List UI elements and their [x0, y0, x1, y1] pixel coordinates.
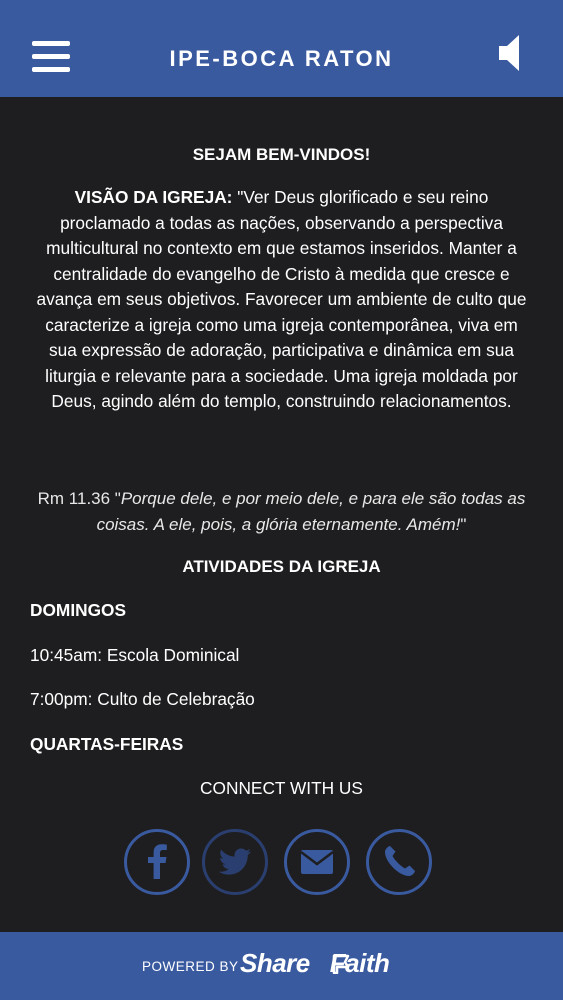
- vision-paragraph: VISÃO DA IGREJA: "Ver Deus glorificado e…: [30, 185, 533, 415]
- activities-heading: ATIVIDADES DA IGREJA: [182, 557, 381, 576]
- app-header: IPE-BOCA RATON: [0, 0, 563, 97]
- phone-button[interactable]: [366, 829, 432, 895]
- sunday-item: 7:00pm: Culto de Celebração: [30, 689, 255, 709]
- facebook-button[interactable]: [124, 829, 190, 895]
- flag-logo-icon: [332, 954, 350, 974]
- vision-text: "Ver Deus glorificado e seu reino procla…: [36, 187, 527, 411]
- connect-heading: CONNECT WITH US: [200, 778, 363, 798]
- vision-label: VISÃO DA IGREJA:: [74, 187, 233, 207]
- verse-close: ": [460, 514, 467, 534]
- email-button[interactable]: [284, 829, 350, 895]
- brand-logo[interactable]: Share Faith: [240, 948, 390, 979]
- app-footer: POWERED BY Share Faith: [0, 932, 563, 1000]
- verse-reference: Rm 11.36 ": [37, 489, 121, 508]
- page-title: IPE-BOCA RATON: [169, 46, 394, 71]
- wednesday-heading: QUARTAS-FEIRAS: [30, 734, 184, 754]
- main-content: SEJAM BEM-VINDOS! VISÃO DA IGREJA: "Ver …: [0, 97, 563, 932]
- welcome-heading: SEJAM BEM-VINDOS!: [192, 145, 371, 164]
- facebook-icon: [148, 844, 167, 879]
- speaker-icon[interactable]: [497, 33, 529, 73]
- email-icon: [300, 850, 334, 874]
- twitter-button[interactable]: [202, 829, 268, 895]
- phone-icon: [385, 846, 415, 876]
- brand-name: Share: [240, 948, 310, 978]
- sunday-item: 10:45am: Escola Dominical: [30, 645, 240, 665]
- powered-by-label: POWERED BY: [142, 959, 239, 974]
- hamburger-menu-icon[interactable]: [32, 41, 70, 73]
- sunday-heading: DOMINGOS: [30, 600, 127, 620]
- twitter-icon: [218, 848, 251, 875]
- bible-verse: Rm 11.36 "Porque dele, e por meio dele, …: [30, 486, 533, 537]
